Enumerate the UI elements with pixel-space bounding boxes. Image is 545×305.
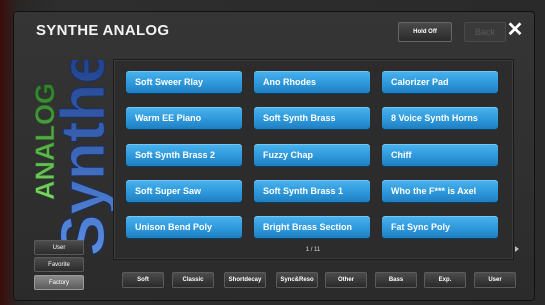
category-button[interactable]: Exp. — [424, 272, 466, 288]
preset-button[interactable]: Soft Synth Brass 2 — [126, 144, 242, 166]
bank-button-factory[interactable]: Factory — [34, 275, 84, 290]
bank-button-user[interactable]: User — [34, 240, 84, 255]
preset-button[interactable]: Bright Brass Section — [254, 216, 370, 238]
page-indicator: 1 / 11 — [305, 247, 321, 253]
preset-button[interactable]: Ano Rhodes — [254, 71, 370, 93]
category-button[interactable]: User — [474, 272, 516, 288]
hold-off-button[interactable]: Hold Off — [398, 22, 452, 42]
category-button[interactable]: Bass — [375, 272, 417, 288]
preset-button[interactable]: Fuzzy Chap — [254, 144, 370, 166]
back-button[interactable]: Back — [464, 22, 506, 42]
category-button[interactable]: Soft — [122, 272, 164, 288]
preset-button[interactable]: Soft Synth Brass — [254, 107, 370, 129]
analog-synthe-logo: Synthe ANALOG — [30, 60, 114, 257]
close-icon[interactable]: ✕ — [504, 18, 526, 41]
category-button[interactable]: Other — [325, 272, 367, 288]
preset-button[interactable]: Chiff — [382, 144, 498, 166]
category-button[interactable]: Shortdecay — [224, 272, 266, 288]
preset-button[interactable]: Soft Super Saw — [126, 180, 242, 202]
preset-button[interactable]: Who the F*** is Axel — [382, 180, 498, 202]
page-title: SYNTHE ANALOG — [36, 22, 170, 39]
next-page-icon[interactable] — [515, 246, 519, 252]
bank-button-favorite[interactable]: Favorite — [34, 257, 84, 272]
category-button[interactable]: Classic — [172, 272, 214, 288]
preset-button[interactable]: Unison Bend Poly — [126, 216, 242, 238]
preset-button[interactable]: Soft Synth Brass 1 — [254, 180, 370, 202]
preset-button[interactable]: Fat Sync Poly — [382, 216, 498, 238]
preset-button[interactable]: Soft Sweer Rlay — [126, 71, 242, 93]
preset-button[interactable]: 8 Voice Synth Horns — [382, 107, 498, 129]
preset-button[interactable]: Warm EE Piano — [126, 107, 242, 129]
logo-text-analog: ANALOG — [30, 83, 60, 200]
category-button[interactable]: Sync&Reso — [276, 272, 318, 288]
preset-button[interactable]: Calorizer Pad — [382, 71, 498, 93]
